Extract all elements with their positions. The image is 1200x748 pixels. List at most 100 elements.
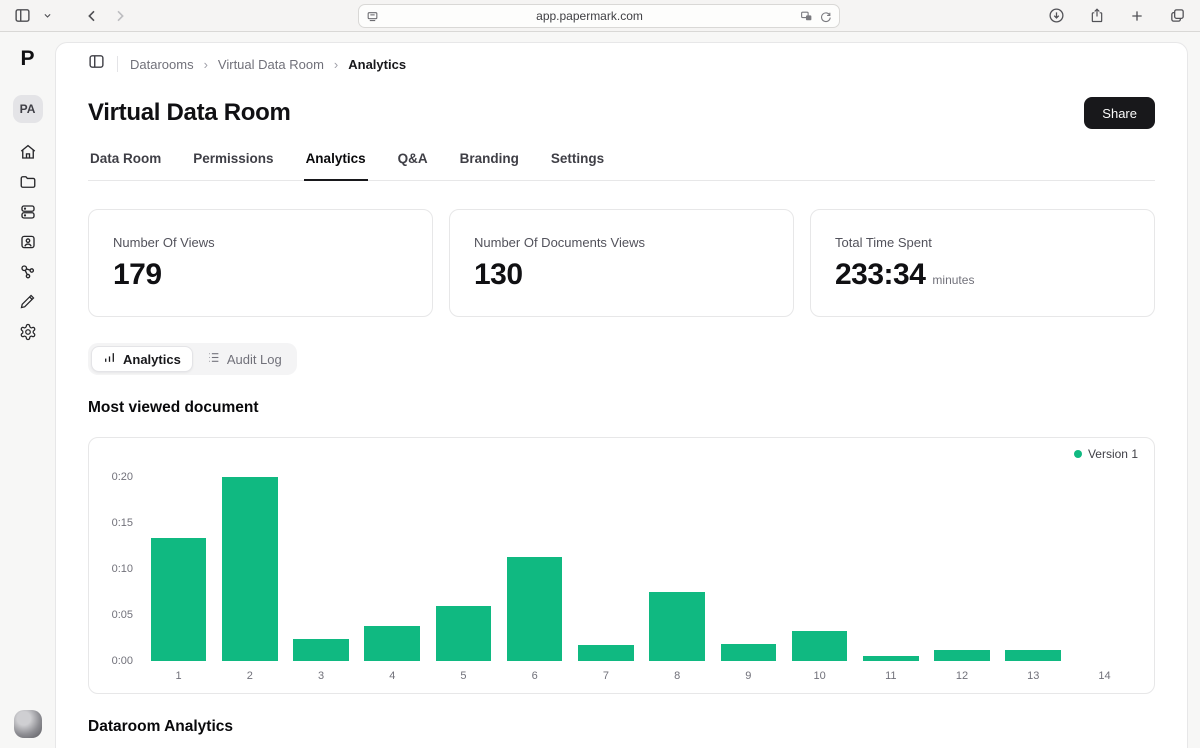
bar[interactable] bbox=[578, 645, 634, 661]
most-viewed-chart: Version 1 0:00 0:05 0:10 0:15 0:20 123456789… bbox=[88, 437, 1155, 694]
contact-card-icon bbox=[19, 233, 37, 256]
sidebar-item-documents[interactable] bbox=[13, 169, 43, 199]
bar[interactable] bbox=[222, 477, 278, 661]
browser-toolbar: app.papermark.com bbox=[0, 0, 1200, 32]
x-tick-label: 7 bbox=[602, 670, 609, 682]
tab-data-room[interactable]: Data Room bbox=[88, 151, 163, 180]
toggle-audit-log[interactable]: Audit Log bbox=[195, 346, 294, 372]
bar[interactable] bbox=[649, 592, 705, 661]
bar-slot: 12 bbox=[926, 468, 997, 687]
bar-slot: 5 bbox=[428, 468, 499, 687]
y-tick-label: 0:00 bbox=[111, 655, 133, 667]
toggle-analytics-label: Analytics bbox=[123, 351, 181, 367]
breadcrumb-divider bbox=[117, 56, 118, 72]
view-toggle: Analytics Audit Log bbox=[88, 343, 297, 375]
share-page-icon[interactable] bbox=[1089, 7, 1105, 24]
breadcrumb: Datarooms › Virtual Data Room › Analytic… bbox=[88, 53, 1155, 75]
tab-branding[interactable]: Branding bbox=[458, 151, 521, 180]
sidebar-item-branding[interactable] bbox=[13, 289, 43, 319]
x-tick-label: 12 bbox=[955, 670, 969, 682]
bar[interactable] bbox=[720, 644, 777, 661]
bar[interactable] bbox=[1005, 649, 1061, 661]
bar[interactable] bbox=[934, 649, 990, 661]
papermark-logo[interactable]: P bbox=[20, 48, 34, 69]
x-tick-label: 5 bbox=[460, 670, 467, 682]
panel-toggle-icon[interactable] bbox=[88, 53, 105, 75]
pen-icon bbox=[19, 293, 36, 315]
y-tick-label: 0:05 bbox=[111, 609, 133, 622]
tab-settings[interactable]: Settings bbox=[549, 151, 606, 180]
bar-slot: 9 bbox=[713, 468, 784, 687]
bar[interactable] bbox=[150, 537, 207, 661]
toggle-analytics[interactable]: Analytics bbox=[91, 346, 193, 372]
y-axis: 0:00 0:05 0:10 0:15 0:20 bbox=[103, 468, 143, 687]
page-title: Virtual Data Room bbox=[88, 99, 291, 126]
breadcrumb-datarooms[interactable]: Datarooms bbox=[130, 57, 194, 72]
bar[interactable] bbox=[364, 626, 421, 661]
browser-window: app.papermark.com P PA Datarooms › Virtu… bbox=[0, 0, 1200, 748]
share-nodes-icon bbox=[19, 263, 37, 286]
page-settings-icon[interactable] bbox=[366, 10, 379, 23]
translate-icon[interactable] bbox=[800, 10, 813, 23]
x-tick-label: 3 bbox=[317, 670, 325, 682]
sidebar-dropdown-chevron-icon[interactable] bbox=[43, 11, 52, 20]
folder-icon bbox=[19, 173, 37, 196]
sidebar-item-visitors[interactable] bbox=[13, 229, 43, 259]
x-tick-label: 4 bbox=[389, 670, 396, 682]
bar-slot: 8 bbox=[642, 468, 713, 687]
list-icon bbox=[207, 351, 220, 367]
address-bar[interactable]: app.papermark.com bbox=[358, 4, 840, 28]
reload-icon[interactable] bbox=[819, 10, 832, 23]
x-tick-label: 6 bbox=[531, 670, 538, 682]
x-tick-label: 11 bbox=[885, 670, 897, 682]
bar-slot: 3 bbox=[285, 468, 356, 687]
x-tick-label: 10 bbox=[813, 670, 826, 682]
user-avatar[interactable] bbox=[13, 710, 42, 738]
bar[interactable] bbox=[791, 630, 848, 661]
y-tick-label: 0:10 bbox=[111, 563, 133, 576]
bar[interactable] bbox=[506, 557, 563, 661]
new-tab-icon[interactable] bbox=[1129, 8, 1145, 24]
x-tick-label: 9 bbox=[745, 670, 752, 682]
forward-button-icon[interactable] bbox=[112, 8, 128, 24]
bar[interactable] bbox=[435, 605, 492, 661]
tab-qa[interactable]: Q&A bbox=[396, 151, 430, 180]
bar-slot: 6 bbox=[499, 468, 570, 687]
downloads-icon[interactable] bbox=[1048, 7, 1065, 24]
stat-value: 233:34 bbox=[835, 258, 926, 291]
tab-analytics[interactable]: Analytics bbox=[303, 151, 368, 181]
sidebar-item-datarooms[interactable] bbox=[13, 199, 43, 229]
bar[interactable] bbox=[293, 638, 349, 661]
sidebar-item-links[interactable] bbox=[13, 259, 43, 289]
stat-label: Number Of Documents Views bbox=[474, 235, 645, 250]
dataroom-analytics-title: Dataroom Analytics bbox=[88, 718, 233, 735]
sidebar-item-home[interactable] bbox=[13, 139, 43, 169]
stat-card-time-spent: Total Time Spent 233:34 minutes bbox=[810, 209, 1155, 317]
server-stack-icon bbox=[19, 203, 37, 226]
main-panel: Datarooms › Virtual Data Room › Analytic… bbox=[55, 42, 1188, 748]
url-text[interactable]: app.papermark.com bbox=[379, 9, 800, 23]
x-tick-label: 14 bbox=[1098, 670, 1111, 682]
bar-slot: 11 bbox=[855, 468, 926, 687]
toggle-audit-log-label: Audit Log bbox=[226, 351, 282, 367]
stat-card-document-views: Number Of Documents Views 130 bbox=[449, 209, 794, 317]
bar-slot: 2 bbox=[214, 468, 285, 687]
sidebar-item-settings[interactable] bbox=[13, 319, 43, 349]
bar-slot: 13 bbox=[998, 468, 1069, 687]
home-icon bbox=[19, 143, 37, 166]
tab-overview-icon[interactable] bbox=[1169, 7, 1186, 24]
app-sidebar: P PA bbox=[0, 32, 55, 748]
share-button[interactable]: Share bbox=[1084, 97, 1155, 129]
browser-sidebar-toggle-icon[interactable] bbox=[14, 7, 31, 24]
team-avatar-badge[interactable]: PA bbox=[12, 95, 43, 123]
x-tick-label: 1 bbox=[175, 670, 182, 682]
bar-plot: 1 2 3 4 5 6 7 8 9 10 11 12 13 14 bbox=[143, 468, 1140, 687]
stat-label: Number Of Views bbox=[113, 235, 215, 250]
x-tick-label: 8 bbox=[674, 670, 681, 682]
tab-permissions[interactable]: Permissions bbox=[191, 151, 275, 180]
back-button-icon[interactable] bbox=[84, 8, 100, 24]
stat-value: 130 bbox=[474, 258, 523, 291]
legend-label: Version 1 bbox=[1087, 447, 1138, 461]
breadcrumb-virtual-data-room[interactable]: Virtual Data Room bbox=[218, 57, 324, 72]
legend-dot-icon bbox=[1073, 450, 1082, 458]
